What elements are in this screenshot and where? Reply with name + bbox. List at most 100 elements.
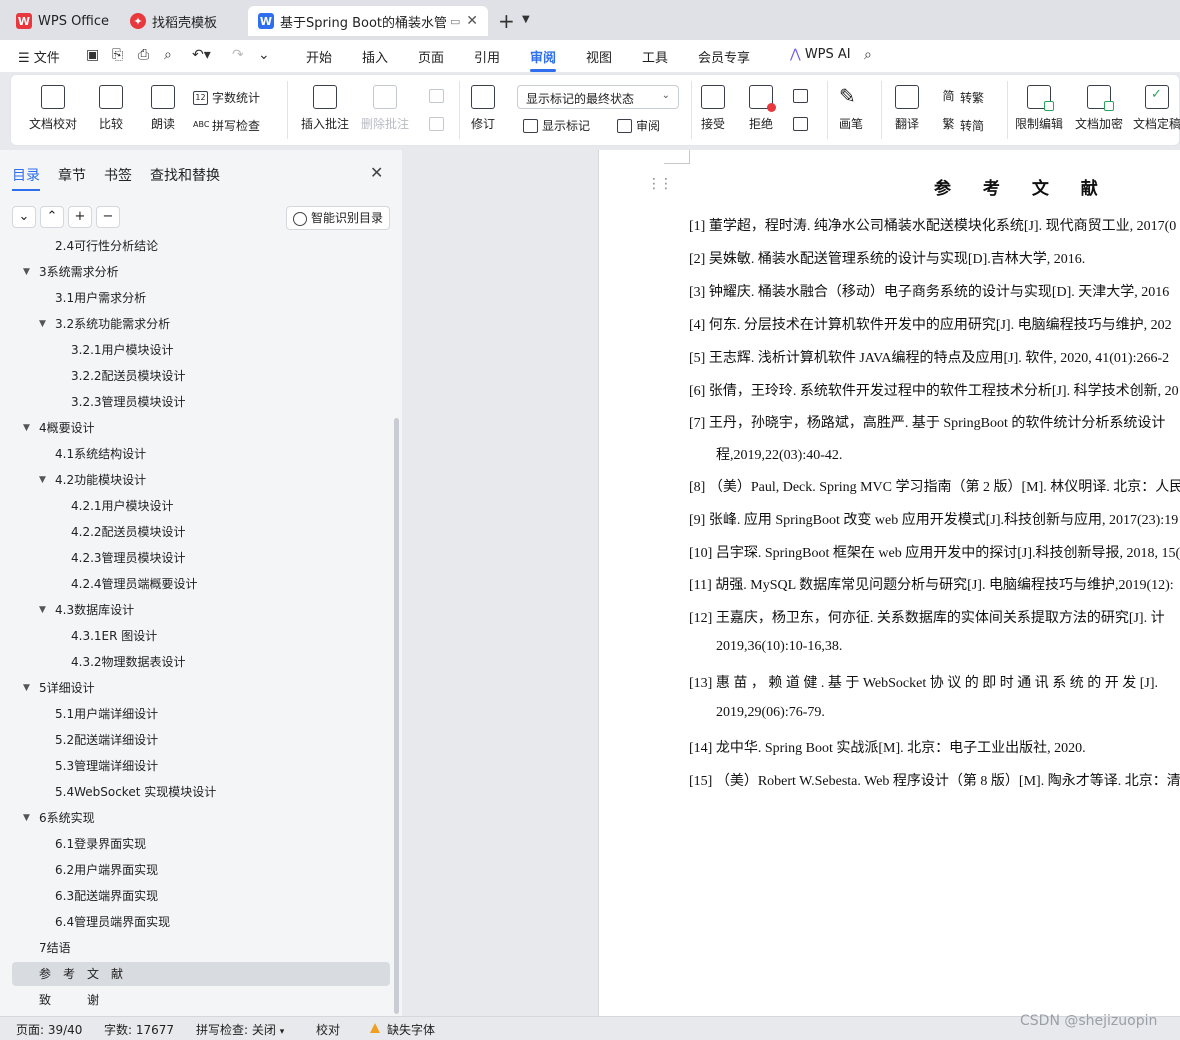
read-aloud-button[interactable]: 朗读 (151, 85, 175, 132)
ink-pen-button[interactable]: ✎ 画笔 (839, 85, 863, 132)
delete-comment-button[interactable]: 删除批注 (361, 85, 409, 132)
toc-item[interactable]: 6.1登录界面实现 (12, 832, 390, 856)
page-indicator[interactable]: 页面: 39/40 (16, 1021, 82, 1038)
toc-item[interactable]: 5.1用户端详细设计 (12, 702, 390, 726)
toc-item[interactable]: 4.1系统结构设计 (12, 442, 390, 466)
menu-view[interactable]: 视图 (586, 47, 612, 66)
spell-check-button[interactable]: ABC 拼写检查 (193, 117, 260, 134)
tab-toc[interactable]: 目录 (12, 165, 40, 191)
tab-wps-office[interactable]: W WPS Office (6, 6, 114, 36)
toc-item[interactable]: 4.2.1用户模块设计 (12, 494, 390, 518)
toc-item[interactable]: 参 考 文 献 (12, 962, 390, 986)
previous-comment-icon[interactable] (429, 89, 448, 103)
close-icon[interactable]: ✕ (466, 13, 478, 29)
menu-member[interactable]: 会员专享 (698, 47, 750, 66)
next-comment-icon[interactable] (429, 117, 448, 131)
tab-daoke-templates[interactable]: ✦ 找稻壳模板 (120, 6, 242, 36)
toc-item[interactable]: 致 谢 (12, 988, 390, 1012)
search-icon[interactable]: ⌕ (864, 47, 872, 63)
toc-scrollbar[interactable] (394, 418, 399, 1014)
link-icon[interactable]: ⎘ (112, 47, 123, 63)
expand-arrow-icon[interactable]: ▼ (39, 468, 46, 492)
toc-item[interactable]: 6.3配送端界面实现 (12, 884, 390, 908)
expand-arrow-icon[interactable]: ▼ (23, 260, 30, 284)
chevron-down-icon[interactable]: ▼ (522, 14, 530, 25)
toc-item[interactable]: 3.2.3管理员模块设计 (12, 390, 390, 414)
menu-start[interactable]: 开始 (306, 47, 332, 66)
reject-button[interactable]: 拒绝 (749, 85, 776, 132)
toc-item[interactable]: 6.4管理员端界面实现 (12, 910, 390, 934)
menu-page[interactable]: 页面 (418, 47, 444, 66)
monitor-icon[interactable]: ▭ (450, 15, 460, 28)
to-traditional-button[interactable]: 简 转繁 (941, 89, 984, 106)
toc-item[interactable]: ▼ 3系统需求分析 (12, 260, 390, 284)
toc-item[interactable]: ▼ 4.2功能模块设计 (12, 468, 390, 492)
word-count-button[interactable]: 12 字数统计 (193, 89, 260, 106)
toc-item[interactable]: ▼ 4.3数据库设计 (12, 598, 390, 622)
toc-item[interactable]: ▼ 5详细设计 (12, 676, 390, 700)
smart-toc-button[interactable]: 智能识别目录 (286, 206, 390, 230)
next-change-icon[interactable] (793, 117, 812, 131)
to-simplified-button[interactable]: 繁 转简 (941, 117, 984, 134)
toc-item[interactable]: 4.3.2物理数据表设计 (12, 650, 390, 674)
tab-chapters[interactable]: 章节 (58, 165, 86, 185)
save-icon[interactable]: ▣ (86, 47, 99, 63)
toc-item[interactable]: 4.2.4管理员端概要设计 (12, 572, 390, 596)
drag-handle-icon[interactable]: ⋮⋮ (647, 176, 673, 192)
toc-item[interactable]: ▼ 3.2系统功能需求分析 (12, 312, 390, 336)
toc-item[interactable]: 7结语 (12, 936, 390, 960)
toc-item[interactable]: 3.1用户需求分析 (12, 286, 390, 310)
toc-item[interactable]: 5.4WebSocket 实现模块设计 (12, 780, 390, 804)
tab-find-replace[interactable]: 查找和替换 (150, 165, 220, 185)
compare-button[interactable]: 比较 (99, 85, 123, 132)
menu-review[interactable]: 审阅 (530, 47, 557, 72)
insert-comment-button[interactable]: 插入批注 (301, 85, 349, 132)
expand-arrow-icon[interactable]: ▼ (39, 312, 46, 336)
menu-reference[interactable]: 引用 (474, 47, 500, 66)
quick-access-more-icon[interactable]: ⌄ (258, 47, 270, 63)
translate-button[interactable]: 翻译 (895, 85, 919, 132)
toc-item[interactable]: ▼ 4概要设计 (12, 416, 390, 440)
expand-arrow-icon[interactable]: ▼ (23, 676, 30, 700)
encrypt-button[interactable]: 文档加密 (1075, 85, 1123, 132)
remove-heading-button[interactable]: − (96, 206, 120, 228)
tab-document[interactable]: W 基于Spring Boot的桶装水管理 ▭ ✕ (248, 6, 488, 36)
doc-proof-button[interactable]: 文档校对 (29, 85, 77, 132)
markup-state-select[interactable]: 显示标记的最终状态 ⌄ (517, 85, 679, 109)
menu-tools[interactable]: 工具 (642, 47, 668, 66)
add-heading-button[interactable]: + (68, 206, 92, 228)
expand-arrow-icon[interactable]: ▼ (23, 806, 30, 830)
close-icon[interactable]: ✕ (370, 163, 383, 182)
toc-item[interactable]: 4.2.2配送员模块设计 (12, 520, 390, 544)
toc-item[interactable]: 6.2用户端界面实现 (12, 858, 390, 882)
new-tab-plus-icon[interactable]: + (498, 9, 515, 33)
print-preview-icon[interactable]: ⌕ (164, 47, 172, 63)
toc-item[interactable]: ▼ 6系统实现 (12, 806, 390, 830)
accept-button[interactable]: 接受 (701, 85, 725, 132)
print-icon[interactable]: ⎙ (138, 47, 149, 63)
restrict-edit-button[interactable]: 限制编辑 (1015, 85, 1063, 132)
toc-item[interactable]: 4.2.3管理员模块设计 (12, 546, 390, 570)
wps-ai-button[interactable]: ⋀ WPS AI (790, 47, 851, 62)
expand-up-button[interactable]: ⌃ (40, 206, 64, 228)
word-count-indicator[interactable]: 字数: 17677 (104, 1021, 174, 1038)
toc-item[interactable]: 5.2配送端详细设计 (12, 728, 390, 752)
missing-font-indicator[interactable]: 缺失字体 (387, 1021, 435, 1038)
tab-bookmarks[interactable]: 书签 (104, 165, 132, 185)
spell-check-status[interactable]: 拼写检查: 关闭 ▾ (196, 1021, 284, 1038)
expand-arrow-icon[interactable]: ▼ (23, 416, 30, 440)
menu-insert[interactable]: 插入 (362, 47, 388, 66)
toc-item[interactable]: 3.2.1用户模块设计 (12, 338, 390, 362)
track-changes-button[interactable]: 修订 (471, 85, 495, 132)
toc-item[interactable]: 3.2.2配送员模块设计 (12, 364, 390, 388)
show-markup-button[interactable]: 显示标记 (523, 117, 590, 134)
undo-icon[interactable]: ↶▾ (192, 47, 211, 63)
collapse-all-button[interactable]: ⌄ (12, 206, 36, 228)
finalize-button[interactable]: 文档定稿 (1133, 85, 1180, 132)
toc-item[interactable]: 2.4可行性分析结论 (12, 238, 390, 258)
previous-change-icon[interactable] (793, 89, 812, 103)
toc-item[interactable]: 5.3管理端详细设计 (12, 754, 390, 778)
expand-arrow-icon[interactable]: ▼ (39, 598, 46, 622)
toc-item[interactable]: 4.3.1ER 图设计 (12, 624, 390, 648)
review-pane-button[interactable]: 审阅 (617, 117, 660, 134)
